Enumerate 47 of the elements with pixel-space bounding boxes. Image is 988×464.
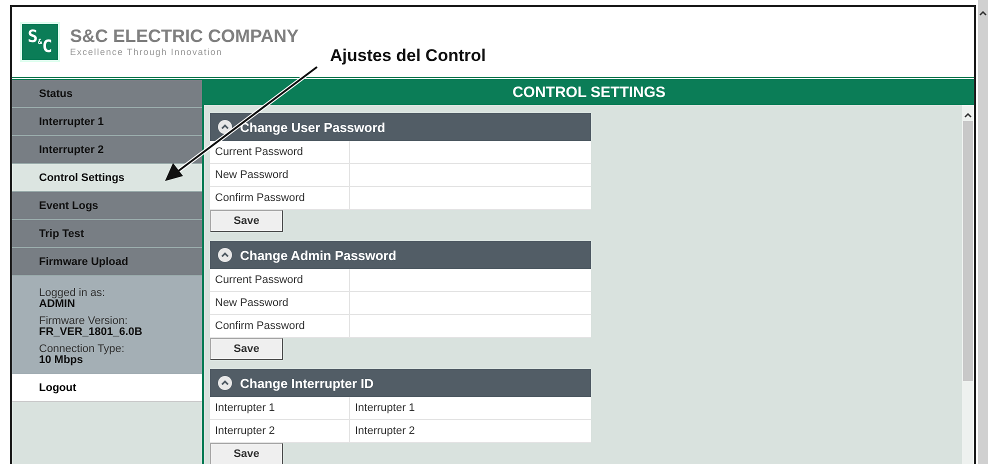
field-label: Interrupter 1 <box>210 397 349 419</box>
input-field[interactable] <box>350 141 591 163</box>
field-label: Confirm Password <box>210 315 349 337</box>
input-field[interactable] <box>350 315 591 337</box>
info-value: ADMIN <box>39 299 76 310</box>
section-header[interactable]: Change Admin Password <box>210 241 591 269</box>
field-label: Current Password <box>210 269 349 291</box>
page-scrollbar[interactable] <box>978 0 988 464</box>
field-label: Current Password <box>210 141 349 163</box>
section-title: Change Interrupter ID <box>240 376 374 390</box>
scrollbar[interactable] <box>962 105 974 464</box>
sidebar-item[interactable]: Firmware Upload <box>12 248 202 276</box>
scroll-up-icon[interactable] <box>964 112 972 118</box>
sidebar-item[interactable]: Trip Test <box>12 220 202 248</box>
section-title: Change User Password <box>240 120 386 134</box>
input-field[interactable] <box>350 164 591 186</box>
input-field[interactable]: Interrupter 2 <box>350 420 591 442</box>
callout-label: Ajustes del Control <box>330 46 486 66</box>
field-label: Confirm Password <box>210 187 349 209</box>
collapse-icon[interactable] <box>218 120 232 134</box>
info-label: Logged in as: <box>39 288 106 299</box>
input-field[interactable] <box>350 187 591 209</box>
sidebar-item[interactable]: Status <box>12 80 202 108</box>
section-header[interactable]: Change Interrupter ID <box>210 369 591 397</box>
sidebar-item[interactable]: Interrupter 2 <box>12 136 202 164</box>
save-button[interactable]: Save <box>210 443 283 464</box>
info-label: Connection Type: <box>39 344 126 355</box>
company-name: S&C ELECTRIC COMPANY <box>70 27 299 45</box>
save-button[interactable]: Save <box>210 210 283 232</box>
field-label: New Password <box>210 164 349 186</box>
input-field[interactable] <box>350 292 591 314</box>
input-field[interactable]: Interrupter 1 <box>350 397 591 419</box>
section-title: Change Admin Password <box>240 248 396 262</box>
info-value: FR_VER_1801_6.0B <box>39 327 144 338</box>
company-tagline: Excellence Through Innovation <box>70 47 224 57</box>
scroll-up-icon[interactable] <box>979 10 987 16</box>
page-title: CONTROL SETTINGS <box>204 80 974 105</box>
logout-link[interactable]: Logout <box>12 374 202 402</box>
section-header[interactable]: Change User Password <box>210 113 591 141</box>
sidebar-item[interactable]: Event Logs <box>12 192 202 220</box>
info-value: 10 Mbps <box>39 355 84 366</box>
sidebar-item[interactable]: Interrupter 1 <box>12 108 202 136</box>
field-label: Interrupter 2 <box>210 420 349 442</box>
info-label: Firmware Version: <box>39 316 129 327</box>
field-label: New Password <box>210 292 349 314</box>
save-button[interactable]: Save <box>210 338 283 360</box>
input-field[interactable] <box>350 269 591 291</box>
